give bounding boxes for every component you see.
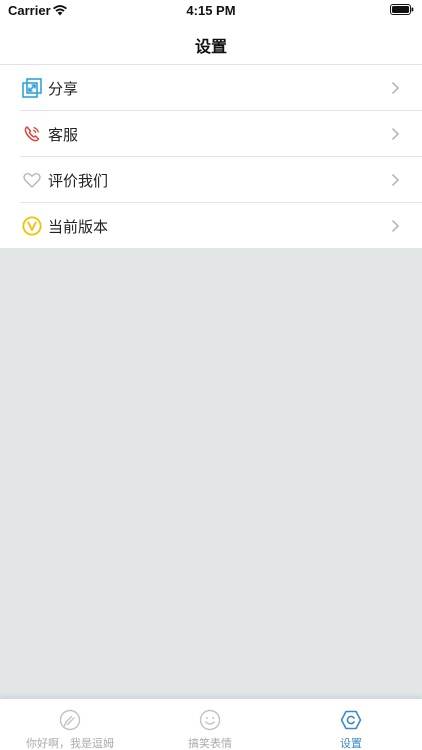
settings-item-label: 客服 xyxy=(48,126,79,144)
battery-icon xyxy=(390,4,414,15)
settings-item-rate-us[interactable]: 评价我们 xyxy=(20,157,422,203)
settings-item-label: 评价我们 xyxy=(48,172,109,190)
page-title: 设置 xyxy=(194,37,227,56)
app-screen: Carrier 4:15 PM 设置 分享 客服 评价我们 当前版本 你好啊，我… xyxy=(0,0,422,750)
chevron-right-icon xyxy=(391,219,400,233)
tab-funny-stickers[interactable]: 搞笑表情 xyxy=(140,699,280,750)
settings-item-customer-service[interactable]: 客服 xyxy=(20,111,422,157)
settings-item-label: 分享 xyxy=(48,80,79,98)
chevron-right-icon xyxy=(391,127,400,141)
navigation-bar: 设置 xyxy=(0,22,422,64)
tab-label: 搞笑表情 xyxy=(188,737,232,750)
smiley-icon xyxy=(199,709,221,731)
settings-item-version[interactable]: 当前版本 xyxy=(20,203,422,248)
phone-icon xyxy=(24,126,40,142)
tab-label: 设置 xyxy=(340,737,362,750)
chevron-right-icon xyxy=(391,173,400,187)
tab-settings[interactable]: 设置 xyxy=(281,699,421,750)
tab-chat[interactable]: 你好啊，我是逗姆 xyxy=(0,699,140,750)
share-icon xyxy=(22,78,42,98)
version-icon xyxy=(22,216,42,236)
settings-list: 分享 客服 评价我们 当前版本 xyxy=(0,64,422,248)
settings-item-label: 当前版本 xyxy=(48,218,109,236)
heart-icon xyxy=(23,173,41,188)
chat-icon xyxy=(59,709,81,731)
status-time: 4:15 PM xyxy=(186,3,236,18)
settings-item-share[interactable]: 分享 xyxy=(20,65,422,111)
tab-label: 你好啊，我是逗姆 xyxy=(26,737,114,750)
status-bar: Carrier 4:15 PM xyxy=(0,0,422,22)
settings-hex-icon xyxy=(340,710,362,730)
chevron-right-icon xyxy=(391,81,400,95)
tab-bar: 你好啊，我是逗姆 搞笑表情 设置 xyxy=(0,698,422,750)
